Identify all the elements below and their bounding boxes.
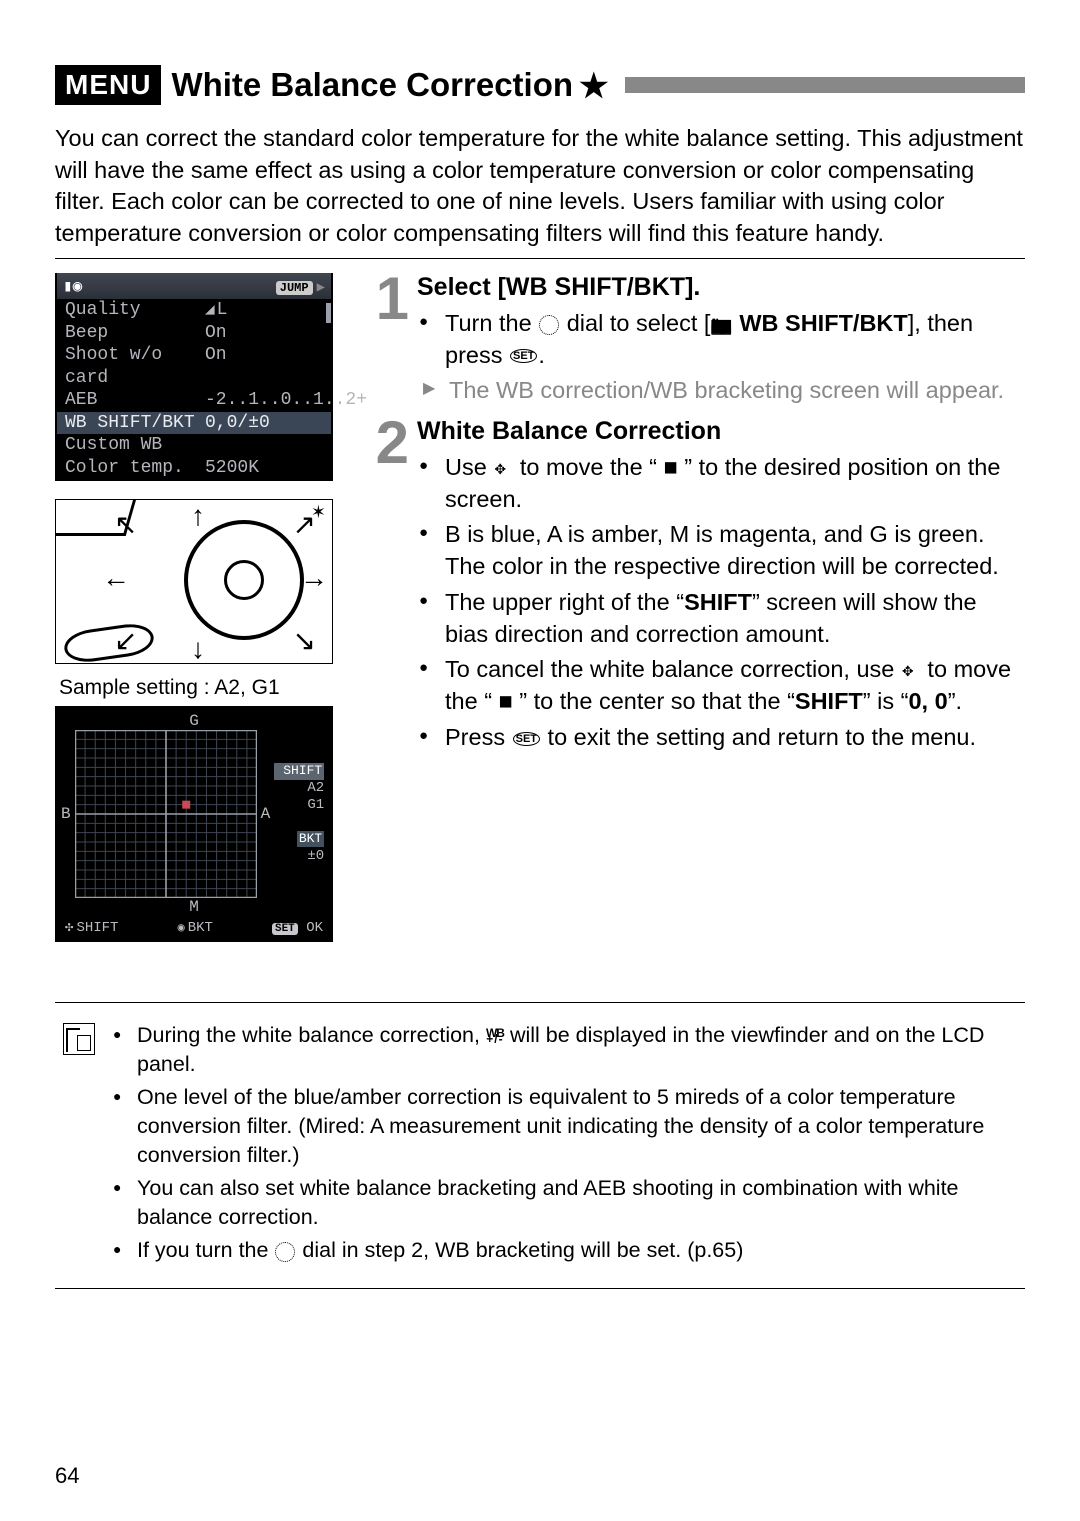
step-number: 2 — [365, 417, 409, 757]
jump-badge: JUMP — [276, 281, 313, 295]
step: 2 White Balance Correction Use ✥ to move t… — [365, 417, 1025, 757]
dial-icon — [539, 315, 559, 335]
shift-g-value: G1 — [274, 797, 324, 815]
set-ok-label: SET OK — [272, 920, 323, 936]
camera-menu-row: Quality◢L — [57, 299, 331, 322]
page-number: 64 — [55, 1463, 79, 1489]
title-bar — [625, 77, 1025, 93]
bullet: To cancel the white balance correction, … — [417, 654, 1025, 717]
camera-menu-row: BeepOn — [57, 322, 331, 345]
wb-grid — [75, 730, 257, 898]
step-bullets: Turn the dial to select [ WB SHIFT/BKT],… — [417, 308, 1025, 407]
page-title: White Balance Correction — [171, 66, 573, 104]
arrow-left-icon: ← — [102, 562, 130, 594]
camera-menu-row: Color temp.5200K — [57, 457, 331, 480]
axis-b-label: B — [61, 805, 71, 823]
note-list: During the white balance correction, WB+… — [113, 1021, 1017, 1269]
set-icon: SET — [513, 732, 540, 746]
camera-icon: ▮◉ — [63, 277, 82, 297]
intro-paragraph: You can correct the standard color tempe… — [55, 123, 1025, 250]
divider — [55, 258, 1025, 259]
camera-menu-row-label: WB SHIFT/BKT — [65, 412, 205, 435]
dial-icon — [275, 1242, 295, 1262]
axis-g-label: G — [61, 712, 327, 730]
ok-label: OK — [306, 920, 323, 936]
right-column: 1 Select [WB SHIFT/BKT]. Turn the dial to … — [365, 273, 1025, 943]
scroll-indicator — [326, 303, 331, 323]
camera-menu-row-value: -2..1..0..1..2+ — [205, 389, 367, 412]
note-item: One level of the blue/amber correction i… — [113, 1083, 1017, 1170]
left-column: ▮◉ JUMP ▶ Quality◢LBeepOnShoot w/o cardOn… — [55, 273, 353, 943]
bkt-control-label: BKT — [177, 920, 212, 936]
arrow-nw-icon: ↖ — [114, 508, 137, 541]
camera-icon — [710, 310, 732, 336]
camera-menu-row-value: 5200K — [205, 457, 259, 480]
bullet: B is blue, A is amber, M is magenta, and… — [417, 519, 1025, 582]
jog-dial-icon — [62, 621, 156, 664]
camera-menu-row-label: Color temp. — [65, 457, 205, 480]
content-area: ▮◉ JUMP ▶ Quality◢LBeepOnShoot w/o cardOn… — [55, 273, 1025, 943]
step-number: 1 — [365, 273, 409, 411]
wb-shift-grid-screenshot: G B A SHIFT A2 G1 BKT ±0 M SHIFT — [55, 706, 333, 942]
set-icon: SET — [510, 349, 537, 363]
camera-menu-row-value: On — [205, 322, 227, 345]
camera-menu-row-label: Beep — [65, 322, 205, 345]
note-item: During the white balance correction, WB+… — [113, 1021, 1017, 1079]
bullet: Press SET to exit the setting and return… — [417, 722, 1025, 754]
set-badge: SET — [272, 923, 298, 935]
shift-a-value: A2 — [274, 780, 324, 798]
camera-menu-row-value: On — [205, 344, 227, 389]
sample-setting-label: Sample setting : A2, G1 — [59, 676, 353, 700]
camera-menu-row: Shoot w/o cardOn — [57, 344, 331, 389]
arrow-down-icon: ↓ — [191, 633, 205, 664]
camera-menu-row-label: Custom WB — [65, 434, 205, 457]
multi-controller-illustration: ✶ ↑ ↓ → ← ↗ ↖ ↘ ↙ — [55, 499, 333, 664]
bullet: The upper right of the “SHIFT” screen wi… — [417, 587, 1025, 650]
wb-plus-minus-icon: WB+/- — [486, 1029, 504, 1045]
note-icon — [63, 1023, 95, 1055]
bkt-section-label: BKT — [297, 831, 324, 847]
camera-menu-row: WB SHIFT/BKT0,0/±0 — [57, 412, 331, 435]
page-title-row: MENU White Balance Correction ★ — [55, 65, 1025, 105]
camera-menu-row-label: Shoot w/o card — [65, 344, 205, 389]
step-title: Select [WB SHIFT/BKT]. — [417, 273, 1025, 302]
menu-badge: MENU — [55, 65, 161, 105]
step-title: White Balance Correction — [417, 417, 1025, 446]
bullet: Turn the dial to select [ WB SHIFT/BKT],… — [417, 308, 1025, 371]
camera-menu-row-value: ◢L — [205, 299, 227, 322]
camera-menu-row-label: AEB — [65, 389, 205, 412]
manual-page: MENU White Balance Correction ★ You can … — [0, 0, 1080, 1521]
axis-a-label: A — [261, 805, 271, 823]
camera-menu-screenshot: ▮◉ JUMP ▶ Quality◢LBeepOnShoot w/o cardOn… — [55, 273, 333, 482]
right-arrow-icon: ▶ — [317, 280, 325, 296]
note-block: During the white balance correction, WB+… — [55, 1002, 1025, 1288]
camera-menu-topbar: ▮◉ JUMP ▶ — [57, 273, 331, 300]
bkt-value: ±0 — [274, 848, 324, 866]
bullet: The WB correction/WB bracketing screen w… — [421, 375, 1025, 407]
note-item: If you turn the dial in step 2, WB brack… — [113, 1236, 1017, 1265]
bullet: Use ✥ to move the “ ■ ” to the desired p… — [417, 452, 1025, 515]
step-bullets: Use ✥ to move the “ ■ ” to the desired p… — [417, 452, 1025, 753]
multi-controller-icon: ✥ — [494, 460, 512, 478]
note-item: You can also set white balance bracketin… — [113, 1174, 1017, 1232]
arrow-up-icon: ↑ — [191, 500, 205, 532]
camera-menu-row: AEB-2..1..0..1..2+ — [57, 389, 331, 412]
camera-menu-row-value: 0,0/±0 — [205, 412, 270, 435]
arrow-right-icon: → — [300, 562, 328, 594]
camera-menu-row: Custom WB — [57, 434, 331, 457]
shift-control-label: SHIFT — [65, 919, 118, 936]
step: 1 Select [WB SHIFT/BKT]. Turn the dial to … — [365, 273, 1025, 411]
camera-menu-row-label: Quality — [65, 299, 205, 322]
shift-section-label: SHIFT — [274, 763, 324, 779]
arrow-se-icon: ↘ — [293, 624, 316, 657]
axis-m-label: M — [61, 898, 327, 916]
multi-controller-icon: ✥ — [902, 662, 920, 680]
grid-readout: SHIFT A2 G1 BKT ±0 — [274, 763, 326, 865]
star-icon: ★ — [579, 66, 609, 105]
arrow-ne-icon: ↗ — [293, 508, 316, 541]
